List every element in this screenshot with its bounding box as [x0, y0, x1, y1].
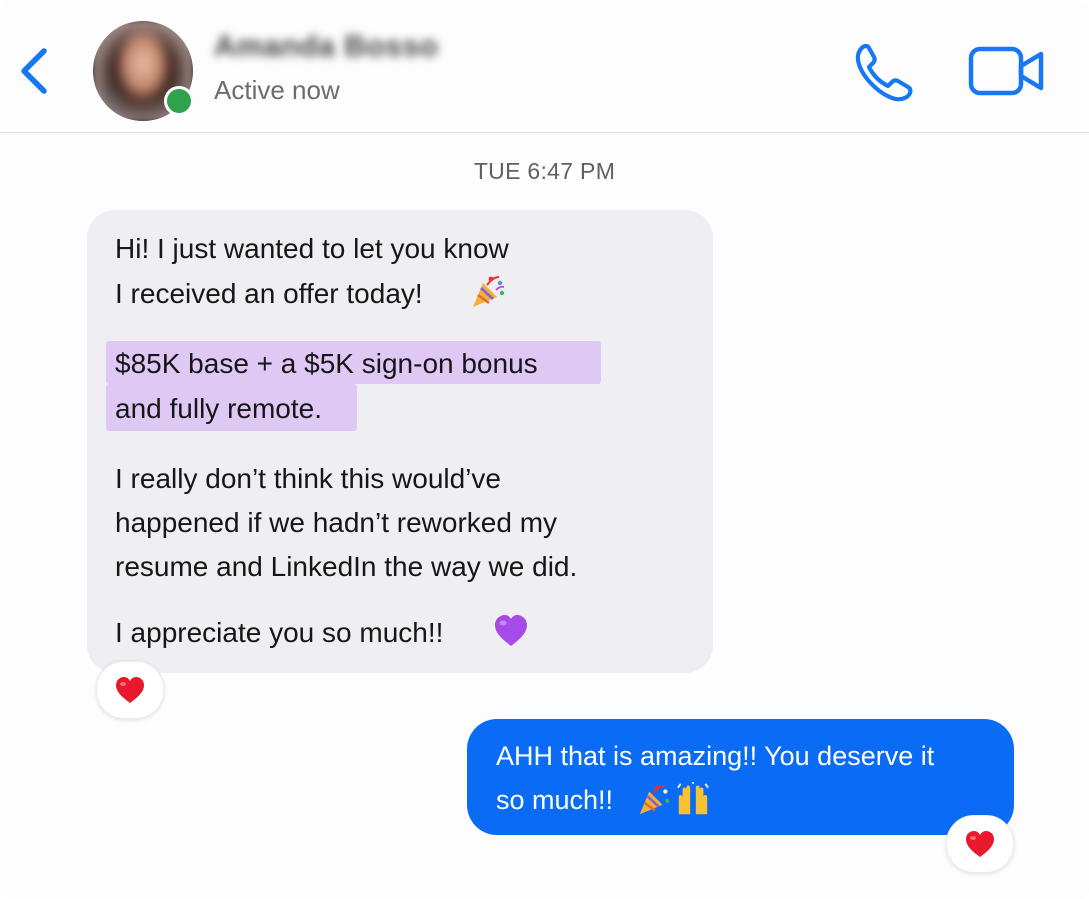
- contact-status: Active now: [214, 75, 340, 105]
- party-popper-icon: [639, 784, 670, 815]
- party-popper-icon: [473, 276, 505, 307]
- highlighted-offer-text: and fully remote.: [115, 393, 322, 424]
- message-text-line: I received an offer today!: [115, 278, 423, 309]
- red-heart-icon: [116, 677, 144, 703]
- message-text-line: happened if we hadn’t reworked my: [115, 507, 558, 538]
- message-timestamp: TUE 6:47 PM: [473, 158, 616, 184]
- message-text-line: resume and LinkedIn the way we did.: [115, 551, 578, 582]
- message-text-line: I appreciate you so much!!: [115, 617, 444, 648]
- video-camera-icon: [968, 46, 1044, 96]
- online-status-dot: [164, 86, 194, 116]
- voice-call-button[interactable]: [852, 40, 918, 106]
- purple-heart-icon: [495, 615, 527, 646]
- phone-icon: [855, 43, 913, 102]
- video-call-button[interactable]: [966, 38, 1048, 104]
- chat-header: Amanda Bosso Active now: [0, 0, 1089, 133]
- raising-hands-icon: [677, 782, 709, 815]
- outgoing-text-line: so much!!: [496, 785, 614, 815]
- message-text-line: I really don’t think this would’ve: [115, 463, 501, 494]
- chat-window: Amanda Bosso Active now TUE 6:47 PM Hi! …: [0, 0, 1089, 899]
- back-icon: [21, 48, 47, 94]
- red-heart-icon: [966, 831, 994, 857]
- heart-reaction[interactable]: [96, 661, 164, 719]
- outgoing-text-line: AHH that is amazing!! You deserve it: [496, 741, 935, 771]
- outgoing-message-bubble[interactable]: [467, 719, 1014, 835]
- heart-reaction[interactable]: [946, 815, 1014, 873]
- contact-name[interactable]: Amanda Bosso: [214, 30, 438, 64]
- back-button[interactable]: [14, 44, 54, 98]
- highlighted-offer-text: $85K base + a $5K sign-on bonus: [115, 348, 538, 379]
- message-text-line: Hi! I just wanted to let you know: [115, 233, 509, 264]
